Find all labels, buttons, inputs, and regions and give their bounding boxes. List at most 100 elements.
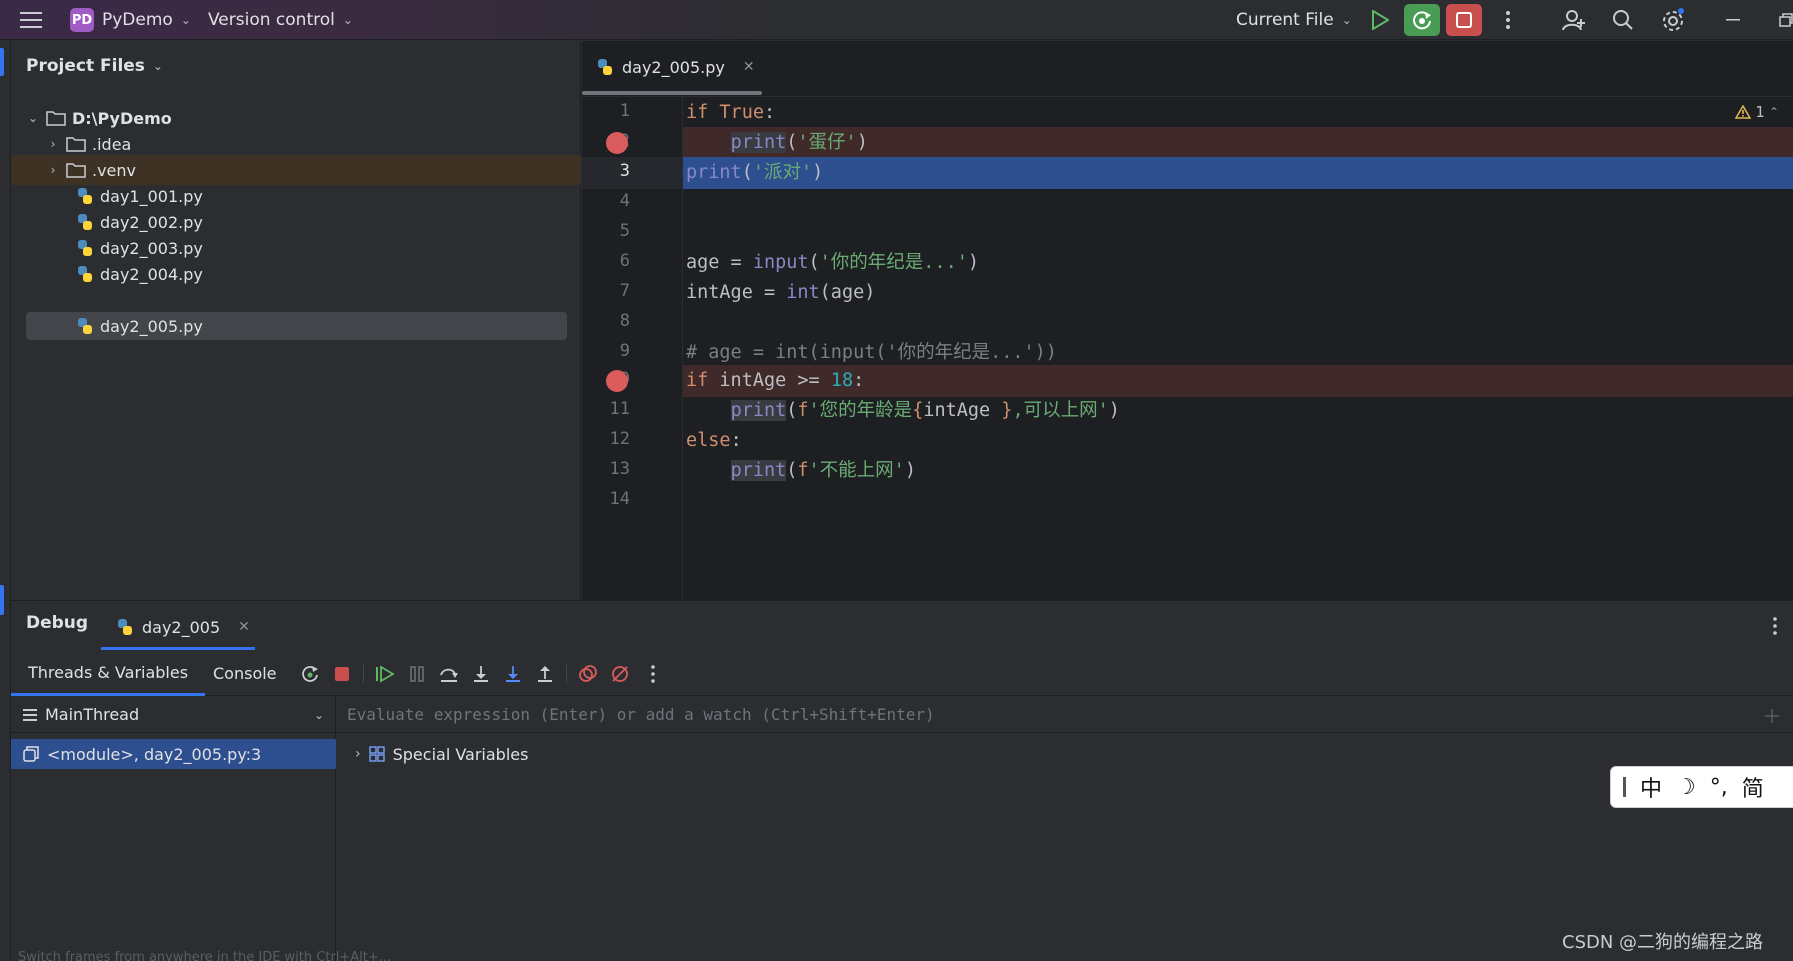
tree-item-label: day2_005.py (100, 316, 203, 336)
rerun-debug-button[interactable] (1404, 4, 1440, 36)
thread-selector[interactable]: MainThread ⌄ (11, 697, 336, 733)
breakpoint-icon[interactable] (606, 132, 628, 154)
add-user-icon (1562, 10, 1585, 31)
pause-button[interactable] (404, 661, 430, 687)
debug-header: Debug day2_005 ✕ (11, 601, 1793, 651)
line-number[interactable]: 9 (582, 341, 630, 361)
stop-icon (1456, 12, 1472, 28)
rerun-icon (302, 666, 318, 682)
tree-item-file-selected[interactable]: day2_005.py (26, 312, 567, 340)
run-config-label: Current File (1236, 10, 1334, 30)
ime-toolbar[interactable]: 中 ☽ °, 简 (1610, 766, 1793, 808)
tab-scrollbar[interactable] (582, 91, 762, 95)
line-number[interactable]: 7 (582, 281, 630, 301)
python-file-icon (78, 188, 92, 204)
tree-item-label: day1_001.py (100, 186, 203, 206)
step-over-button[interactable] (436, 661, 462, 687)
rerun-button[interactable] (297, 661, 323, 687)
code-line[interactable]: else: (683, 425, 1793, 457)
line-number[interactable]: 4 (582, 191, 630, 211)
tab-threads-variables[interactable]: Threads & Variables (11, 651, 206, 696)
project-tool-marker[interactable] (0, 48, 4, 76)
more-options-button[interactable] (640, 661, 666, 687)
code-line[interactable]: if intAge >= 18: (683, 365, 1793, 397)
chevron-right-icon: › (50, 163, 56, 177)
restore-icon (1779, 13, 1793, 27)
line-number[interactable]: 14 (582, 489, 630, 509)
chevron-up-icon[interactable]: ⌃ (1769, 105, 1779, 119)
vcs-menu[interactable]: Version control ⌄ (208, 0, 353, 40)
step-into-my-code-button[interactable] (500, 661, 526, 687)
code-line[interactable]: if True: (683, 97, 1793, 129)
project-panel-title: Project Files (26, 56, 145, 76)
step-over-icon (440, 668, 458, 682)
line-number[interactable]: 3 (582, 161, 630, 181)
settings-button[interactable] (1655, 4, 1691, 36)
debug-tool-marker[interactable] (0, 585, 4, 615)
line-number[interactable]: 13 (582, 459, 630, 479)
more-vertical-icon[interactable] (1772, 617, 1778, 635)
tree-item-file[interactable]: day2_004.py (11, 259, 581, 289)
chevron-right-icon: › (50, 137, 56, 151)
code-with-me-button[interactable] (1556, 4, 1592, 36)
step-out-button[interactable] (532, 661, 558, 687)
code-line[interactable]: print('蛋仔') (683, 127, 1793, 159)
tab-console[interactable]: Console (213, 651, 277, 696)
code-line[interactable]: print(f'不能上网') (683, 455, 1793, 487)
minimize-icon (1726, 19, 1740, 21)
variables-pane: Evaluate expression (Enter) or add a wat… (337, 697, 1793, 961)
close-icon[interactable]: ✕ (743, 59, 755, 75)
line-number[interactable]: 6 (582, 251, 630, 271)
chevron-down-icon: ⌄ (313, 707, 324, 722)
ime-mode[interactable]: 中 (1640, 771, 1662, 803)
special-variables-row[interactable]: › Special Variables (355, 739, 528, 769)
breakpoint-icon[interactable] (606, 370, 628, 392)
special-variables-label: Special Variables (392, 744, 529, 764)
code-line-current[interactable]: print('派对') (683, 157, 1793, 189)
run-button[interactable] (1362, 4, 1398, 36)
step-into-icon (474, 666, 488, 682)
line-number[interactable]: 1 (582, 101, 630, 121)
run-config-selector[interactable]: Current File ⌄ (1236, 0, 1352, 40)
ime-punctuation[interactable]: °, (1710, 775, 1728, 800)
stop-button[interactable] (1446, 4, 1482, 36)
step-into-button[interactable] (468, 661, 494, 687)
ime-simplified[interactable]: 简 (1742, 771, 1764, 803)
project-panel-header[interactable]: Project Files ⌄ (26, 51, 163, 81)
minimize-button[interactable] (1715, 4, 1751, 36)
line-number[interactable]: 11 (582, 399, 630, 419)
special-variables-icon (368, 746, 385, 762)
folder-icon (66, 163, 86, 178)
code-area[interactable]: if True: print('蛋仔') print('派对') age = i… (682, 97, 1793, 600)
stop-button[interactable] (329, 661, 355, 687)
code-line[interactable]: print(f'您的年龄是{intAge },可以上网') (683, 395, 1793, 427)
moon-icon[interactable]: ☽ (1676, 775, 1696, 800)
code-line[interactable]: age = input('你的年纪是...') (683, 247, 1793, 279)
play-icon (1372, 10, 1389, 30)
mute-breakpoints-button[interactable] (607, 661, 633, 687)
debug-session-tab[interactable]: day2_005 ✕ (116, 611, 250, 643)
chevron-right-icon[interactable]: › (355, 746, 361, 762)
project-badge: PD (70, 8, 94, 32)
stack-frame-row[interactable]: <module>, day2_005.py:3 (11, 739, 336, 769)
editor-gutter[interactable]: 1234567891011121314 (582, 97, 682, 600)
resume-button[interactable] (372, 661, 398, 687)
warning-icon (1735, 105, 1752, 119)
evaluate-expression-input[interactable]: Evaluate expression (Enter) or add a wat… (337, 697, 1793, 733)
ime-grip[interactable] (1623, 777, 1626, 797)
more-actions-button[interactable] (1490, 4, 1526, 36)
restore-button[interactable] (1768, 4, 1793, 36)
search-everywhere-button[interactable] (1605, 4, 1641, 36)
main-menu-button[interactable] (20, 0, 42, 40)
view-breakpoints-button[interactable] (575, 661, 601, 687)
close-icon[interactable]: ✕ (238, 619, 250, 635)
inspection-widget[interactable]: 1 ⌃ (1735, 103, 1779, 121)
line-number[interactable]: 8 (582, 311, 630, 331)
project-switcher[interactable]: PD PyDemo ⌄ (70, 0, 191, 40)
add-watch-icon[interactable] (1763, 707, 1781, 725)
line-number[interactable]: 5 (582, 221, 630, 241)
line-number[interactable]: 12 (582, 429, 630, 449)
more-vertical-icon (1506, 11, 1510, 29)
editor-tab[interactable]: day2_005.py ✕ (596, 51, 755, 83)
code-line[interactable]: intAge = int(age) (683, 277, 1793, 309)
